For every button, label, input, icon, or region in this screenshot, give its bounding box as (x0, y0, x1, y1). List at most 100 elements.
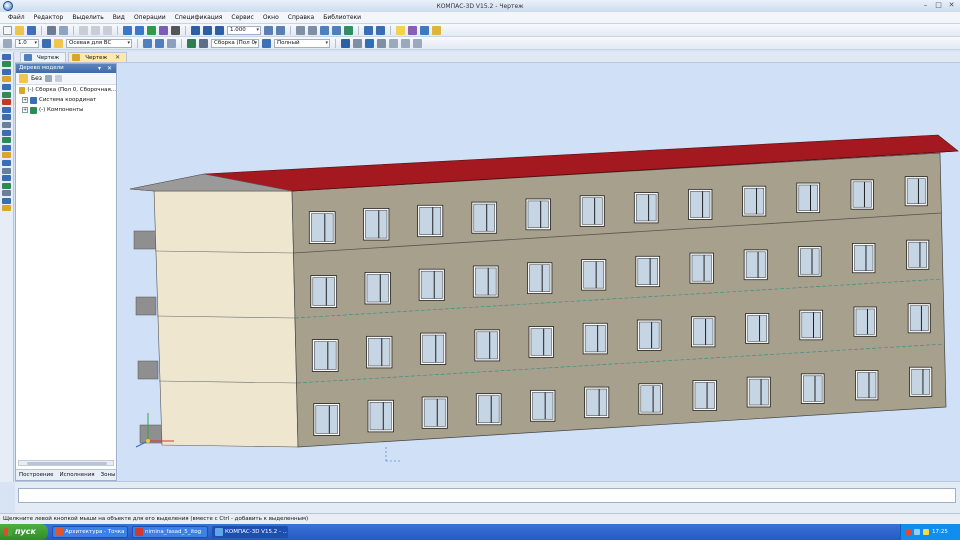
surface-icon[interactable] (2, 175, 11, 182)
section-icon[interactable] (353, 38, 362, 48)
pan-icon[interactable] (264, 25, 273, 35)
component-icon[interactable] (187, 38, 196, 48)
axis-icon[interactable] (2, 159, 11, 166)
ortho-icon[interactable] (155, 38, 164, 48)
menu-specification[interactable]: Спецификация (175, 14, 223, 21)
filter-icon[interactable] (364, 25, 373, 35)
sketch-icon[interactable] (199, 38, 208, 48)
network-icon[interactable] (914, 529, 920, 535)
copy-icon[interactable] (91, 25, 100, 35)
orientation-icon[interactable] (341, 38, 350, 48)
expand-icon[interactable]: + (22, 97, 28, 103)
properties-icon[interactable] (147, 25, 156, 35)
shaded-icon[interactable] (320, 25, 329, 35)
close-icon[interactable]: ✕ (115, 54, 120, 61)
doc-tab-drawing-1[interactable]: Чертеж (20, 52, 67, 62)
cursor-icon[interactable] (262, 38, 271, 48)
tab-zones[interactable]: Зоны (101, 472, 116, 478)
tree-structure-icon[interactable] (45, 75, 52, 82)
curve-icon[interactable] (2, 167, 11, 174)
lib-manager-icon[interactable] (432, 25, 441, 35)
style-icon[interactable] (54, 38, 63, 48)
language-icon[interactable] (905, 529, 911, 535)
layer-select[interactable]: 1.0 (15, 38, 39, 48)
extrude-icon[interactable] (2, 83, 11, 90)
minimize-button[interactable]: – (921, 1, 930, 10)
render-mode-icon[interactable] (365, 38, 374, 48)
variables-icon[interactable] (159, 25, 168, 35)
zoom-in-icon[interactable] (203, 25, 212, 35)
add-component-icon[interactable] (2, 61, 11, 68)
rotate-icon[interactable] (276, 25, 285, 35)
cut-icon[interactable] (79, 25, 88, 35)
snap-icon[interactable] (376, 25, 385, 35)
view-orientation-icon[interactable] (296, 25, 305, 35)
command-input[interactable] (18, 488, 956, 503)
taskbar-item-facade-file[interactable]: nimina_fasad_5_itog (132, 526, 208, 538)
menu-window[interactable]: Окно (263, 14, 279, 21)
perspective-icon[interactable] (344, 25, 353, 35)
tree-list-icon[interactable] (55, 75, 62, 82)
tree-root[interactable]: (-) Сборка (Пол 0, Сборочная... (16, 85, 116, 95)
layer-icon[interactable] (42, 38, 51, 48)
tree-item-components[interactable]: + (-) Компоненты (16, 105, 116, 115)
expand-icon[interactable]: + (22, 107, 28, 113)
model-viewport[interactable] (118, 63, 960, 481)
undo-icon[interactable] (123, 25, 132, 35)
mate-icon[interactable] (2, 76, 11, 83)
tab-versions[interactable]: Исполнения (60, 472, 95, 478)
tab-construction[interactable]: Построение (19, 472, 54, 478)
tree-horizontal-scrollbar[interactable] (18, 460, 114, 466)
local-cs-icon[interactable] (167, 38, 176, 48)
wireframe-icon[interactable] (332, 25, 341, 35)
menu-view[interactable]: Вид (113, 14, 125, 21)
part-select[interactable]: Сборка (Пол 0, 0 (211, 38, 259, 48)
edit-assembly-icon[interactable] (2, 53, 11, 60)
preview-icon[interactable] (59, 25, 68, 35)
maximize-button[interactable]: □ (934, 1, 943, 10)
grid-icon[interactable] (143, 38, 152, 48)
taskbar-item-kompas[interactable]: КОМПАС-3D V15.2 - ... (212, 526, 288, 538)
zoom-window-icon[interactable] (191, 25, 200, 35)
menu-operations[interactable]: Операции (134, 14, 166, 21)
close-button[interactable]: ✕ (947, 1, 956, 10)
spec-icon[interactable] (2, 182, 11, 189)
menu-select[interactable]: Выделить (72, 14, 103, 21)
line-style-select[interactable]: Осевая для ВС (66, 38, 132, 48)
zoom-scale-select[interactable]: 1.000 (227, 25, 261, 35)
print-icon[interactable] (47, 25, 56, 35)
doc-tab-drawing-2[interactable]: Чертеж ✕ (68, 52, 128, 62)
menu-help[interactable]: Справка (288, 14, 314, 21)
shell-icon[interactable] (2, 129, 11, 136)
zoom-out-icon[interactable] (215, 25, 224, 35)
new-document-icon[interactable] (3, 25, 12, 35)
move-component-icon[interactable] (2, 68, 11, 75)
plane-icon[interactable] (2, 152, 11, 159)
menu-service[interactable]: Сервис (231, 14, 253, 21)
redo-icon[interactable] (135, 25, 144, 35)
paste-icon[interactable] (103, 25, 112, 35)
angle-icon[interactable] (413, 38, 422, 48)
tree-panel-controls[interactable]: ▾ ✕ (98, 64, 114, 73)
revolve-icon[interactable] (2, 91, 11, 98)
menu-editor[interactable]: Редактор (34, 14, 64, 21)
menu-libraries[interactable]: Библиотеки (323, 14, 361, 21)
calc-icon[interactable] (420, 25, 429, 35)
mirror-icon[interactable] (2, 144, 11, 151)
measure-icon[interactable] (389, 38, 398, 48)
fillet-icon[interactable] (2, 106, 11, 113)
scrollbar-thumb[interactable] (27, 462, 107, 465)
distance-icon[interactable] (401, 38, 410, 48)
volume-icon[interactable] (923, 529, 929, 535)
tree-filter-label[interactable]: Без (31, 75, 42, 82)
menu-file[interactable]: Файл (8, 14, 25, 21)
save-icon[interactable] (27, 25, 36, 35)
hole-icon[interactable] (2, 121, 11, 128)
view-select[interactable]: Полный (274, 38, 330, 48)
taskbar-item-architecture[interactable]: Архитектура - Точка (52, 526, 128, 538)
chamfer-icon[interactable] (2, 114, 11, 121)
open-folder-icon[interactable] (15, 25, 24, 35)
hidden-lines-icon[interactable] (377, 38, 386, 48)
measure-side-icon[interactable] (2, 190, 11, 197)
filter-side-icon[interactable] (2, 197, 11, 204)
